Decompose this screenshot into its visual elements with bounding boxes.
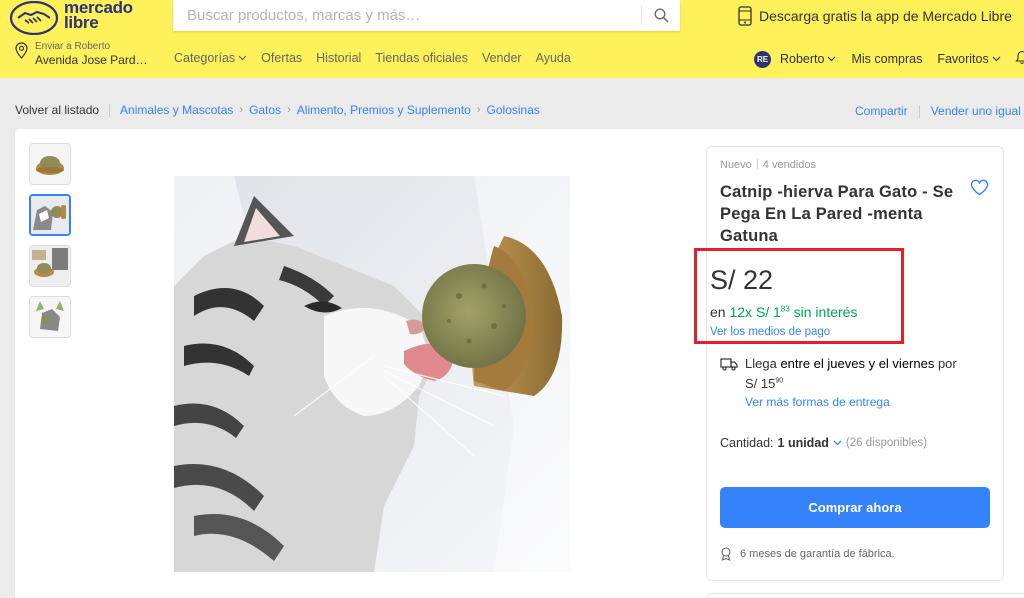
main-nav: Categorías Ofertas Historial Tiendas ofi… xyxy=(174,51,571,65)
cat-licking-catnip-ball-image xyxy=(174,176,570,572)
product-thumbnail-image xyxy=(30,297,70,337)
product-thumbnail-image xyxy=(31,196,69,234)
sell-same-link[interactable]: Vender uno igual xyxy=(931,104,1021,118)
product-title: Catnip -hierva Para Gato - Se Pega En La… xyxy=(720,183,954,245)
nav-ofertas[interactable]: Ofertas xyxy=(261,51,302,65)
product-price: S/ 22 xyxy=(710,265,774,295)
nav-ayuda[interactable]: Ayuda xyxy=(536,51,571,65)
nav-categorias[interactable]: Categorías xyxy=(174,51,247,65)
breadcrumb-alimento[interactable]: Alimento, Premios y Suplemento xyxy=(297,103,471,117)
location-label: Enviar a Roberto xyxy=(35,41,111,52)
search-button[interactable] xyxy=(643,0,680,31)
search-divider xyxy=(641,6,642,25)
truck-icon xyxy=(720,357,738,376)
award-icon xyxy=(721,547,731,561)
thumbnail-1[interactable] xyxy=(29,143,71,185)
nav-historial[interactable]: Historial xyxy=(316,51,361,65)
chevron-right-icon: › xyxy=(239,104,244,116)
chevron-down-icon[interactable] xyxy=(833,440,842,446)
price-highlight-box: S/ 22 en 12x S/ 183 sin interés Ver los … xyxy=(694,248,904,344)
header: mercado libre Descarga gratis la app de … xyxy=(0,0,1024,78)
condition-label: Nuevo xyxy=(720,159,752,171)
buy-box: Nuevo 4 vendidos Catnip -hierva Para Gato… xyxy=(694,146,1004,581)
delivery-dates: entre el jueves y el viernes xyxy=(780,356,935,371)
app-promo-text: Descarga gratis la app de Mercado Libre xyxy=(759,8,1012,24)
breadcrumb-animales[interactable]: Animales y Mascotas xyxy=(120,103,233,117)
product-card: Nuevo 4 vendidos Catnip -hierva Para Gato… xyxy=(15,129,1024,598)
user-menu[interactable]: RE Roberto xyxy=(754,50,836,68)
condition-divider xyxy=(756,159,758,169)
phone-icon xyxy=(738,6,752,26)
nav-vender[interactable]: Vender xyxy=(482,51,522,65)
installments-info: en 12x S/ 183 sin interés xyxy=(710,304,858,320)
installments-interest: sin interés xyxy=(793,304,858,320)
favorites-menu[interactable]: Favoritos xyxy=(937,52,1001,66)
more-shipping-options-link[interactable]: Ver más formas de entrega xyxy=(745,395,890,409)
product-thumbnail-image xyxy=(30,246,70,286)
my-purchases-link[interactable]: Mis compras xyxy=(851,52,922,66)
shipping-price: S/ 1590 xyxy=(745,376,784,392)
user-nav: RE Roberto Mis compras Favoritos xyxy=(754,50,1024,68)
chevron-right-icon: › xyxy=(476,104,481,116)
chevron-down-icon xyxy=(238,55,247,61)
available-stock: (26 disponibles) xyxy=(845,437,928,449)
location-address: Avenida Jose Pard… xyxy=(35,53,148,67)
sold-count: 4 vendidos xyxy=(762,159,817,171)
nav-tiendas-oficiales[interactable]: Tiendas oficiales xyxy=(375,51,468,65)
quantity-selector: Cantidad: 1 unidad (26 disponibles) xyxy=(720,436,927,450)
item-condition: Nuevo 4 vendidos xyxy=(720,159,816,171)
chevron-right-icon: › xyxy=(287,104,291,116)
mercadolibre-logo[interactable]: mercado libre xyxy=(10,0,140,36)
thumbnail-2[interactable] xyxy=(29,194,71,236)
thumbnail-4[interactable] xyxy=(29,296,71,338)
installments-count: 12x xyxy=(729,304,753,320)
delivery-location[interactable]: Enviar a Roberto Avenida Jose Pard… xyxy=(15,41,155,69)
location-pin-icon xyxy=(15,42,28,59)
product-main-image[interactable] xyxy=(174,176,570,572)
add-to-favorites-button[interactable] xyxy=(970,179,989,201)
search-bar xyxy=(173,0,680,31)
user-name: Roberto xyxy=(780,52,825,66)
thumbnail-3[interactable] xyxy=(29,245,71,287)
handshake-logo-icon xyxy=(10,1,58,35)
breadcrumb-golosinas[interactable]: Golosinas xyxy=(487,103,540,117)
search-input[interactable] xyxy=(173,0,641,31)
quantity-dropdown[interactable]: 1 unidad xyxy=(778,436,829,450)
heart-icon xyxy=(970,179,989,196)
bell-icon xyxy=(1015,50,1024,64)
product-thumbnail-image xyxy=(30,144,70,184)
avatar: RE xyxy=(754,50,771,68)
breadcrumb: Volver al listado Animales y Mascotas › … xyxy=(15,103,540,117)
back-to-list-link[interactable]: Volver al listado xyxy=(15,103,99,117)
breadcrumb-gatos[interactable]: Gatos xyxy=(249,103,281,117)
quantity-label: Cantidad: xyxy=(720,436,774,450)
share-link[interactable]: Compartir xyxy=(855,104,908,118)
notifications-button[interactable] xyxy=(1015,50,1024,68)
payment-methods-link[interactable]: Ver los medios de pago xyxy=(710,326,830,338)
app-download-promo[interactable]: Descarga gratis la app de Mercado Libre xyxy=(738,5,1012,27)
share-divider xyxy=(918,104,920,118)
warranty-info: 6 meses de garantía de fábrica. xyxy=(720,547,895,561)
chevron-down-icon xyxy=(992,56,1001,62)
seller-box-edge xyxy=(706,593,1024,598)
logo-text: mercado libre xyxy=(64,0,133,32)
chevron-down-icon xyxy=(828,56,836,62)
shipping-info: Llega entre el jueves y el viernes por S… xyxy=(745,356,957,392)
search-icon xyxy=(654,8,669,23)
breadcrumb-divider xyxy=(109,103,111,117)
buy-now-button[interactable]: Comprar ahora xyxy=(720,487,990,528)
installments-amount: S/ 183 xyxy=(755,304,790,320)
share-actions: Compartir Vender uno igual xyxy=(855,104,1021,118)
